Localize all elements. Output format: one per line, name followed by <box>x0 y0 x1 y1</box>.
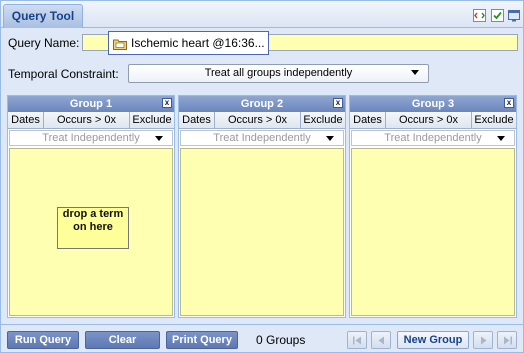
tab-dates[interactable]: Dates <box>350 112 386 129</box>
drop-hint-text: drop a term on here <box>62 208 124 233</box>
run-query-button[interactable]: Run Query <box>7 331 79 349</box>
check-icon[interactable] <box>491 9 504 22</box>
tab-occurs[interactable]: Occurs > 0x <box>44 112 130 129</box>
chevron-down-icon <box>411 70 419 75</box>
previous-page-button[interactable] <box>371 331 391 349</box>
group-drop-area[interactable] <box>351 148 515 316</box>
tab-query-tool[interactable]: Query Tool <box>3 4 83 28</box>
group-title: Group 1 <box>8 96 174 112</box>
tab-occurs[interactable]: Occurs > 0x <box>215 112 301 129</box>
close-icon[interactable]: x <box>504 98 514 108</box>
group-timing-select[interactable]: Treat Independently <box>9 130 173 146</box>
query-name-chip[interactable]: Ischemic heart @16:36... <box>108 31 269 55</box>
new-group-button[interactable]: New Group <box>397 331 469 349</box>
group-tab-strip: Dates Occurs > 0x Exclude <box>8 112 174 129</box>
bottom-toolbar: Run Query Clear Print Query 0 Groups New… <box>1 324 523 352</box>
chevron-down-icon <box>497 136 505 141</box>
first-page-button[interactable] <box>347 331 367 349</box>
print-query-button[interactable]: Print Query <box>166 331 238 349</box>
group-panel-3: Group 3 x Dates Occurs > 0x Exclude Trea… <box>349 95 517 318</box>
temporal-constraint-value: Treat all groups independently <box>204 67 353 79</box>
drop-hint: drop a term on here <box>57 207 129 249</box>
previous-page-icon <box>378 336 384 345</box>
group-timing-select[interactable]: Treat Independently <box>351 130 515 146</box>
group-title: Group 2 <box>179 96 345 112</box>
group-timing-select[interactable]: Treat Independently <box>180 130 344 146</box>
close-icon[interactable]: x <box>162 98 172 108</box>
first-page-icon <box>353 336 361 345</box>
group-timing-value: Treat Independently <box>42 132 140 144</box>
group-count: 0 Groups <box>256 333 306 347</box>
tab-exclude[interactable]: Exclude <box>472 112 516 129</box>
last-page-icon <box>504 336 512 345</box>
group-title: Group 3 <box>350 96 516 112</box>
tab-occurs[interactable]: Occurs > 0x <box>386 112 472 129</box>
temporal-constraint-label: Temporal Constraint: <box>8 67 119 81</box>
group-timing-value: Treat Independently <box>384 132 482 144</box>
group-drop-area[interactable]: drop a term on here <box>9 148 173 316</box>
group-tab-strip: Dates Occurs > 0x Exclude <box>350 112 516 129</box>
last-page-button[interactable] <box>497 331 517 349</box>
group-drop-area[interactable] <box>180 148 344 316</box>
chevron-down-icon <box>326 136 334 141</box>
clear-button[interactable]: Clear <box>85 331 160 349</box>
xml-icon[interactable] <box>473 9 486 22</box>
next-page-icon <box>481 336 487 345</box>
query-tool-panel: Query Tool Query Name: Ischemic heart @1… <box>0 0 524 353</box>
tab-dates[interactable]: Dates <box>179 112 215 129</box>
tab-dates[interactable]: Dates <box>8 112 44 129</box>
close-icon[interactable]: x <box>333 98 343 108</box>
header-bar: Query Tool <box>1 1 523 28</box>
tab-exclude[interactable]: Exclude <box>130 112 174 129</box>
tab-exclude[interactable]: Exclude <box>301 112 345 129</box>
next-page-button[interactable] <box>473 331 493 349</box>
temporal-constraint-select[interactable]: Treat all groups independently <box>128 64 429 83</box>
chevron-down-icon <box>155 136 163 141</box>
group-tab-strip: Dates Occurs > 0x Exclude <box>179 112 345 129</box>
query-name-label: Query Name: <box>8 36 80 50</box>
folder-icon <box>113 38 127 50</box>
query-name-value: Ischemic heart @16:36... <box>131 36 265 50</box>
window-icon[interactable] <box>508 9 521 22</box>
group-panel-2: Group 2 x Dates Occurs > 0x Exclude Trea… <box>178 95 346 318</box>
group-panel-1: Group 1 x Dates Occurs > 0x Exclude Trea… <box>7 95 175 318</box>
group-timing-value: Treat Independently <box>213 132 311 144</box>
